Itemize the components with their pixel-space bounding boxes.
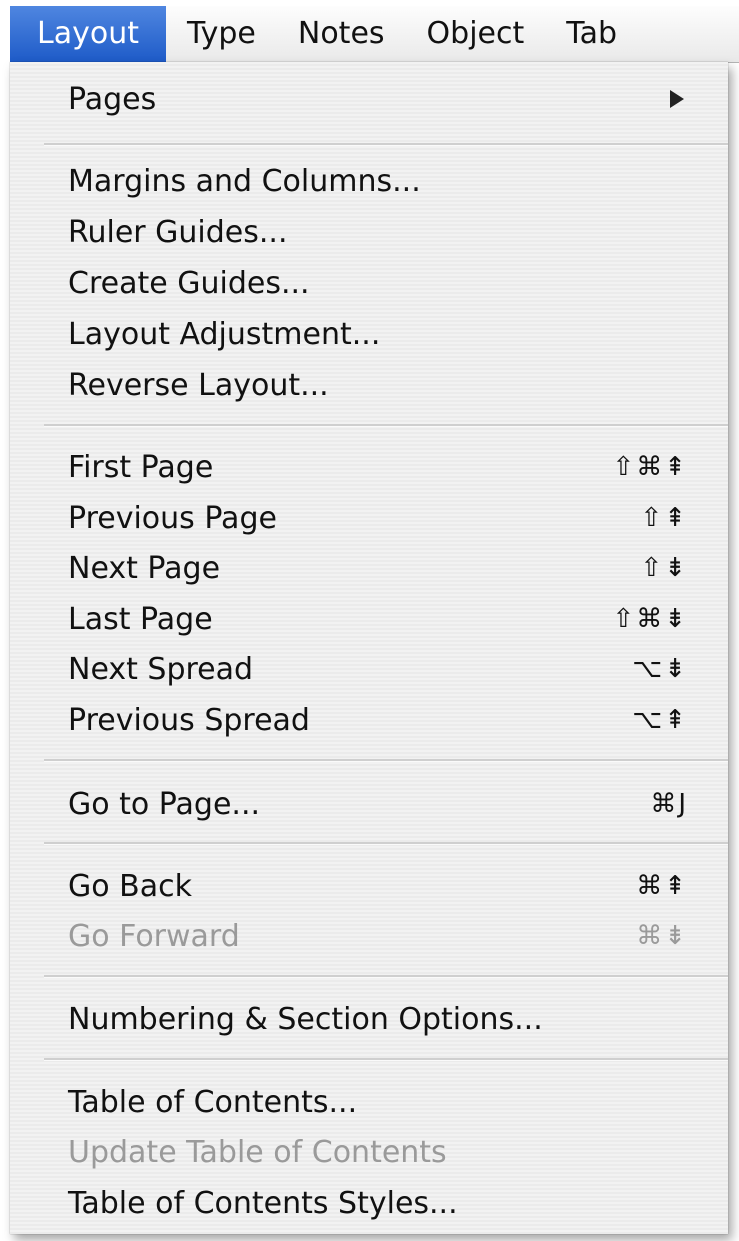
menu-item-previous-spread[interactable]: Previous Spread ⌥⇞ [10,695,728,745]
menu-item-label: Margins and Columns... [68,163,421,199]
menu-item-shortcut: ⌘⇟ [636,921,688,951]
menu-item-go-forward: Go Forward ⌘⇟ [10,911,728,961]
menu-item-shortcut: ⇧⌘⇟ [612,604,688,634]
menu-item-shortcut: ⌘⇞ [636,871,688,901]
menu-separator [44,975,728,978]
menu-item-go-back[interactable]: Go Back ⌘⇞ [10,861,728,911]
menu-item-create-guides[interactable]: Create Guides... [10,258,728,308]
menu-separator [44,143,728,146]
menubar-object[interactable]: Object [406,6,546,62]
menu-item-go-to-page[interactable]: Go to Page... ⌘J [10,779,728,829]
menu-item-shortcut: ⇧⇟ [640,553,688,583]
menu-item-label: Go Forward [68,918,240,954]
menu-item-label: Numbering & Section Options... [68,1001,543,1037]
menu-item-table-of-contents[interactable]: Table of Contents... [10,1077,728,1127]
menu-separator [44,1058,728,1061]
menu-item-label: Ruler Guides... [68,214,288,250]
menu-item-layout-adjustment[interactable]: Layout Adjustment... [10,309,728,359]
menu-item-label: Next Page [68,550,221,586]
menu-item-reverse-layout[interactable]: Reverse Layout... [10,360,728,410]
menu-item-label: Last Page [68,601,213,637]
menu-item-label: Update Table of Contents [68,1134,447,1170]
menu-item-label: Layout Adjustment... [68,316,381,352]
menu-item-label: Go Back [68,868,192,904]
layout-menu: Pages Margins and Columns... Ruler Guide… [10,62,728,1234]
menu-item-shortcut: ⌥⇞ [632,705,688,735]
menu-item-shortcut: ⌘J [650,789,688,819]
menu-separator [44,842,728,845]
menu-item-label: Table of Contents Styles... [68,1185,458,1221]
menu-bar: Layout Type Notes Object Tab [10,6,739,63]
menu-item-shortcut: ⇧⌘⇞ [612,452,688,482]
menu-item-ruler-guides[interactable]: Ruler Guides... [10,207,728,257]
submenu-arrow-icon [670,90,684,108]
menu-item-last-page[interactable]: Last Page ⇧⌘⇟ [10,594,728,644]
menubar-notes[interactable]: Notes [277,6,406,62]
menu-separator [44,759,728,762]
menu-item-update-table-of-contents: Update Table of Contents [10,1127,728,1177]
menubar-table[interactable]: Tab [545,6,638,62]
menu-item-table-of-contents-styles[interactable]: Table of Contents Styles... [10,1178,728,1228]
menu-item-label: First Page [68,449,214,485]
menu-item-label: Table of Contents... [68,1084,358,1120]
menu-item-label: Previous Page [68,500,277,536]
menu-item-shortcut: ⌥⇟ [632,654,688,684]
menu-item-margins-and-columns[interactable]: Margins and Columns... [10,156,728,206]
menu-item-next-spread[interactable]: Next Spread ⌥⇟ [10,644,728,694]
menu-item-label: Create Guides... [68,265,310,301]
menubar-type[interactable]: Type [166,6,277,62]
menu-item-pages[interactable]: Pages [10,74,728,124]
menu-item-first-page[interactable]: First Page ⇧⌘⇞ [10,442,728,492]
menu-item-label: Reverse Layout... [68,367,329,403]
menu-item-shortcut: ⇧⇞ [640,503,688,533]
menu-item-label: Go to Page... [68,786,261,822]
menu-item-label: Next Spread [68,651,254,687]
menubar-layout[interactable]: Layout [10,6,166,62]
menu-item-numbering-section-options[interactable]: Numbering & Section Options... [10,994,728,1044]
menu-item-label: Previous Spread [68,702,310,738]
menu-separator [44,424,728,427]
menu-item-next-page[interactable]: Next Page ⇧⇟ [10,543,728,593]
menu-item-label: Pages [68,81,157,117]
menu-item-previous-page[interactable]: Previous Page ⇧⇞ [10,493,728,543]
